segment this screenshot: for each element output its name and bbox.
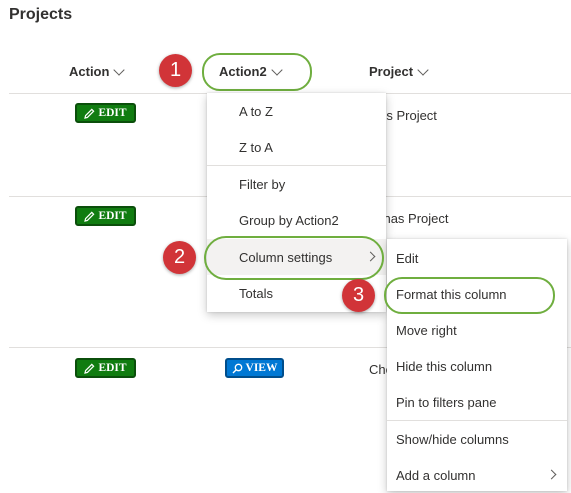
chevron-down-icon bbox=[417, 63, 429, 76]
menu-item-filter-by[interactable]: Filter by bbox=[207, 166, 386, 202]
menu-item-label: Z to A bbox=[239, 139, 273, 155]
edit-button[interactable]: EDIT bbox=[75, 103, 136, 123]
menu-item-sort-z-to-a[interactable]: Z to A bbox=[207, 129, 386, 165]
edit-button-label: EDIT bbox=[98, 107, 127, 119]
view-button-label: VIEW bbox=[245, 362, 278, 374]
submenu-item-add-a-column[interactable]: Add a column bbox=[387, 457, 567, 493]
pencil-icon bbox=[84, 211, 95, 222]
menu-item-label: Filter by bbox=[239, 176, 286, 192]
column-settings-highlight-ring bbox=[204, 236, 384, 280]
chevron-down-icon bbox=[113, 63, 126, 76]
chevron-right-icon bbox=[546, 469, 557, 480]
page-title: Projects bbox=[9, 6, 73, 23]
view-button[interactable]: VIEW bbox=[225, 358, 284, 378]
column-header-action[interactable]: Action bbox=[69, 63, 126, 79]
menu-item-label: A to Z bbox=[239, 103, 273, 119]
column-header-label: Project bbox=[369, 64, 414, 79]
submenu-item-hide-this-column[interactable]: Hide this column bbox=[387, 348, 567, 384]
callout-badge-2: 2 bbox=[163, 241, 196, 274]
menu-item-label: Hide this column bbox=[396, 358, 493, 374]
edit-button-label: EDIT bbox=[98, 210, 127, 222]
menu-item-label: Pin to filters pane bbox=[396, 394, 497, 410]
menu-item-label: Edit bbox=[396, 250, 419, 266]
callout-badge-1: 1 bbox=[159, 54, 192, 87]
column-header-project[interactable]: Project bbox=[369, 63, 429, 79]
menu-item-label: Add a column bbox=[396, 467, 476, 483]
menu-item-label: Show/hide columns bbox=[396, 431, 509, 447]
edit-button[interactable]: EDIT bbox=[75, 358, 136, 378]
menu-item-sort-a-to-z[interactable]: A to Z bbox=[207, 93, 386, 129]
submenu-item-show-hide-columns[interactable]: Show/hide columns bbox=[387, 421, 567, 457]
menu-item-group-by[interactable]: Group by Action2 bbox=[207, 202, 386, 238]
submenu-item-move-right[interactable]: Move right bbox=[387, 312, 567, 348]
pencil-icon bbox=[84, 108, 95, 119]
header-highlight-ring bbox=[202, 53, 312, 91]
menu-item-label: Group by Action2 bbox=[239, 212, 339, 228]
format-column-highlight-ring bbox=[384, 277, 555, 314]
pencil-icon bbox=[84, 363, 95, 374]
magnifier-icon bbox=[232, 363, 242, 373]
edit-button[interactable]: EDIT bbox=[75, 206, 136, 226]
menu-item-label: Totals bbox=[239, 285, 273, 301]
edit-button-label: EDIT bbox=[98, 362, 127, 374]
submenu-item-edit[interactable]: Edit bbox=[387, 240, 567, 276]
submenu-item-pin-to-filters-pane[interactable]: Pin to filters pane bbox=[387, 384, 567, 420]
callout-badge-3: 3 bbox=[342, 279, 375, 312]
column-header-label: Action bbox=[69, 64, 110, 79]
menu-item-label: Move right bbox=[396, 322, 457, 338]
